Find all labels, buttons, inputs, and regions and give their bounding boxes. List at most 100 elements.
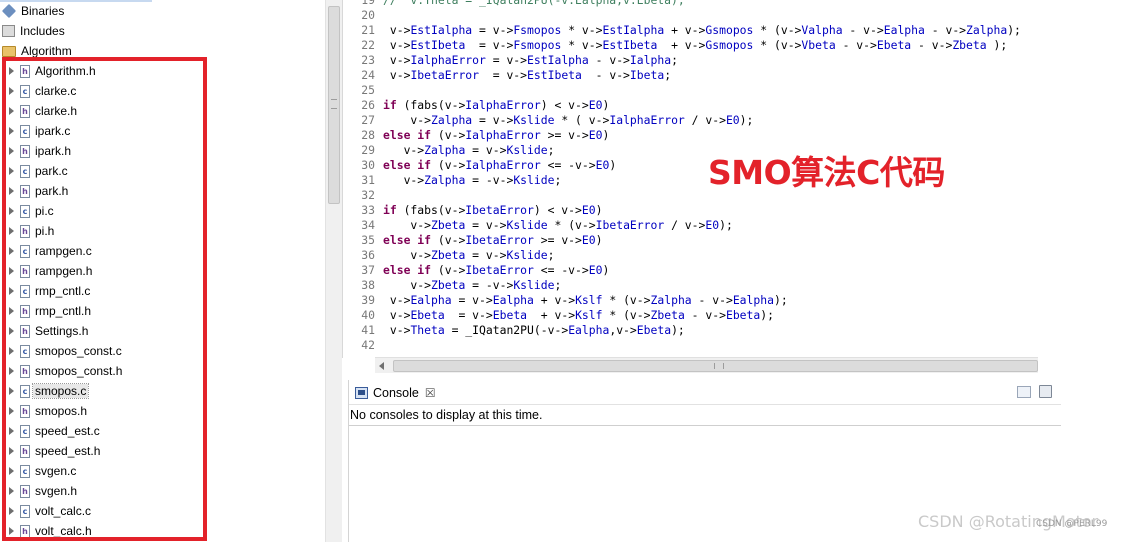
tree-item[interactable]: c smopos.c [7, 381, 90, 401]
expand-arrow-icon[interactable] [7, 247, 16, 256]
explorer-vertical-scrollbar[interactable] [325, 0, 342, 542]
expand-arrow-icon[interactable] [7, 447, 16, 456]
tree-item[interactable]: c pi.c [7, 201, 54, 221]
tree-item[interactable]: Includes [2, 21, 65, 41]
code-line[interactable]: 24 v->IbetaError = v->EstIbeta - v->Ibet… [343, 68, 671, 83]
expand-arrow-icon[interactable] [7, 167, 16, 176]
tree-item[interactable]: c volt_calc.c [7, 501, 91, 521]
tree-item[interactable]: h Algorithm.h [7, 61, 96, 81]
tree-item[interactable]: c speed_est.c [7, 421, 100, 441]
tree-item[interactable]: Binaries [2, 1, 64, 21]
tree-item[interactable]: c park.c [7, 161, 68, 181]
tree-item[interactable]: h volt_calc.h [7, 521, 92, 541]
tree-item[interactable]: Algorithm [2, 41, 72, 61]
tree-item-label: Binaries [21, 4, 65, 18]
tree-item[interactable]: h smopos_const.h [7, 361, 122, 381]
tree-item[interactable]: c rampgen.c [7, 241, 92, 261]
open-console-icon[interactable] [1017, 386, 1031, 398]
tree-item[interactable]: h svgen.h [7, 481, 77, 501]
code-line[interactable]: 29 v->Zalpha = v->Kslide; [343, 143, 554, 158]
code-line[interactable]: 32 [343, 188, 383, 203]
h-file-icon: h [20, 304, 30, 318]
explorer-scroll-thumb[interactable] [328, 6, 340, 204]
close-icon[interactable]: ☒ [425, 387, 436, 399]
expand-arrow-icon[interactable] [7, 147, 16, 156]
h-file-icon: h [20, 184, 30, 198]
expand-arrow-icon[interactable] [7, 367, 16, 376]
expand-arrow-icon[interactable] [7, 387, 16, 396]
tree-item[interactable]: h rampgen.h [7, 261, 92, 281]
code-line[interactable]: 36 v->Zbeta = v->Kslide; [343, 248, 554, 263]
code-line[interactable]: 20 [343, 8, 383, 23]
tab-console[interactable]: Console ☒ [349, 382, 442, 404]
c-file-icon: c [20, 244, 30, 258]
code-line[interactable]: 41 v->Theta = _IQatan2PU(-v->Ealpha,v->E… [343, 323, 685, 338]
expand-arrow-icon[interactable] [7, 327, 16, 336]
code-line[interactable]: 25 [343, 83, 383, 98]
code-line[interactable]: 34 v->Zbeta = v->Kslide * (v->IbetaError… [343, 218, 733, 233]
expand-arrow-icon[interactable] [7, 127, 16, 136]
tree-item-label: svgen.h [35, 484, 78, 498]
expand-arrow-icon[interactable] [7, 287, 16, 296]
code-line[interactable]: 21 v->EstIalpha = v->Fsmopos * v->EstIal… [343, 23, 1021, 38]
code-line[interactable]: 38 v->Zbeta = -v->Kslide; [343, 278, 561, 293]
expand-arrow-icon[interactable] [7, 407, 16, 416]
tree-item[interactable]: h speed_est.h [7, 441, 100, 461]
tree-item-label: speed_est.h [35, 444, 101, 458]
code-line[interactable]: 23 v->IalphaError = v->EstIalpha - v->Ia… [343, 53, 678, 68]
code-text: else if (v->IalphaError >= v->E0) [383, 128, 610, 142]
expand-arrow-icon[interactable] [7, 67, 16, 76]
expand-arrow-icon[interactable] [7, 107, 16, 116]
expand-arrow-icon[interactable] [7, 467, 16, 476]
code-line[interactable]: 26 if (fabs(v->IalphaError) < v->E0) [343, 98, 609, 113]
code-line[interactable]: 27 v->Zalpha = v->Kslide * ( v->IalphaEr… [343, 113, 753, 128]
expand-arrow-icon[interactable] [7, 87, 16, 96]
tree-item[interactable]: c smopos_const.c [7, 341, 122, 361]
code-line[interactable]: 35 else if (v->IbetaError >= v->E0) [343, 233, 602, 248]
code-text: v->IbetaError = v->EstIbeta - v->Ibeta; [383, 68, 672, 82]
tree-item[interactable]: h smopos.h [7, 401, 87, 421]
tree-item[interactable]: h clarke.h [7, 101, 77, 121]
h-file-icon: h [20, 324, 30, 338]
expand-arrow-icon[interactable] [7, 267, 16, 276]
expand-arrow-icon[interactable] [7, 187, 16, 196]
editor-scroll-thumb[interactable] [393, 360, 1038, 372]
scroll-left-arrow-icon[interactable] [379, 362, 384, 370]
expand-arrow-icon[interactable] [7, 307, 16, 316]
h-file-icon: h [20, 404, 30, 418]
code-line[interactable]: 22 v->EstIbeta = v->Fsmopos * v->EstIbet… [343, 38, 1007, 53]
code-line[interactable]: 28 else if (v->IalphaError >= v->E0) [343, 128, 609, 143]
code-editor[interactable]: 19 // v.Theta = _IQatan2PU(-v.Ealpha,v.Eb… [342, 0, 1060, 358]
code-line[interactable]: 40 v->Ebeta = v->Ebeta + v->Kslf * (v->Z… [343, 308, 774, 323]
h-file-icon: h [20, 484, 30, 498]
code-line[interactable]: 19 // v.Theta = _IQatan2PU(-v.Ealpha,v.Eb… [343, 0, 684, 8]
tree-item-label: Algorithm.h [35, 64, 96, 78]
expand-arrow-icon[interactable] [7, 207, 16, 216]
code-line[interactable]: 39 v->Ealpha = v->Ealpha + v->Kslf * (v-… [343, 293, 787, 308]
tree-item[interactable]: c clarke.c [7, 81, 76, 101]
editor-horizontal-scrollbar[interactable] [375, 357, 1038, 373]
code-line[interactable]: 30 else if (v->IalphaError <= -v->E0) [343, 158, 616, 173]
expand-arrow-icon[interactable] [7, 347, 16, 356]
expand-arrow-icon[interactable] [7, 227, 16, 236]
expand-arrow-icon[interactable] [7, 507, 16, 516]
tree-item[interactable]: h Settings.h [7, 321, 88, 341]
tree-item[interactable]: h ipark.h [7, 141, 71, 161]
tree-item[interactable]: c rmp_cntl.c [7, 281, 90, 301]
tree-item[interactable]: h rmp_cntl.h [7, 301, 91, 321]
tree-item-label: rmp_cntl.h [35, 304, 92, 318]
expand-arrow-icon[interactable] [7, 527, 16, 536]
tree-item[interactable]: h pi.h [7, 221, 54, 241]
tree-item[interactable]: c ipark.c [7, 121, 70, 141]
code-line[interactable]: 37 else if (v->IbetaError <= -v->E0) [343, 263, 609, 278]
watermark-small: CSDN @PERL99 [1036, 519, 1108, 529]
tree-item[interactable]: h park.h [7, 181, 68, 201]
code-line[interactable]: 31 v->Zalpha = -v->Kslide; [343, 173, 561, 188]
display-console-icon[interactable] [1039, 385, 1052, 398]
code-line[interactable]: 42 [343, 338, 383, 353]
tree-item-label: park.h [35, 184, 69, 198]
code-line[interactable]: 33 if (fabs(v->IbetaError) < v->E0) [343, 203, 602, 218]
expand-arrow-icon[interactable] [7, 487, 16, 496]
expand-arrow-icon[interactable] [7, 427, 16, 436]
tree-item[interactable]: c svgen.c [7, 461, 76, 481]
